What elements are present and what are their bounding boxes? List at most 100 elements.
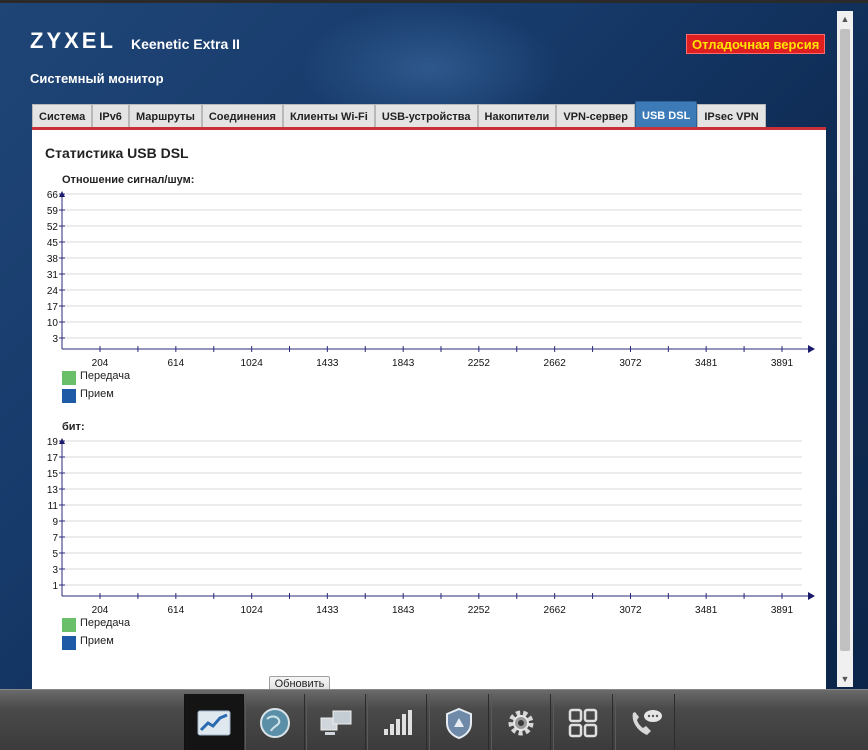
taskbar-telephony-button[interactable]	[615, 694, 675, 750]
shield-icon	[446, 707, 472, 739]
router-admin-window: ZYXEL Keenetic Extra II Отладочная верси…	[0, 0, 868, 750]
tab-vpn-server[interactable]: VPN-сервер	[556, 104, 636, 128]
x-tick-label: 1024	[241, 358, 264, 366]
y-tick-label: 31	[47, 270, 59, 281]
y-tick-label: 9	[52, 517, 58, 528]
y-tick-label: 59	[47, 206, 59, 217]
taskbar-security-button[interactable]	[429, 694, 489, 750]
phone-icon	[632, 710, 662, 735]
tab-storage[interactable]: Накопители	[477, 104, 557, 128]
legend-tx-label: Передача	[80, 617, 131, 629]
content-panel: Статистика USB DSL Отношение сигнал/шум:…	[32, 130, 826, 690]
tab-routes[interactable]: Маршруты	[128, 104, 202, 128]
tab-wifi-clients[interactable]: Клиенты Wi-Fi	[282, 104, 375, 128]
scroll-down-arrow-icon[interactable]: ▼	[837, 671, 853, 687]
bits-chart-label: бит:	[62, 421, 85, 433]
y-tick-label: 15	[47, 469, 59, 480]
x-tick-label: 1024	[241, 605, 264, 613]
tab-connections[interactable]: Соединения	[201, 104, 283, 128]
page-scrollbar[interactable]: ▲ ▼	[837, 11, 853, 687]
y-tick-label: 11	[48, 501, 59, 512]
x-tick-label: 1843	[392, 358, 415, 366]
apps-grid-icon	[568, 708, 598, 738]
x-tick-label: 3891	[771, 358, 794, 366]
y-tick-label: 10	[47, 318, 59, 329]
bits-legend: Передача Прием	[62, 617, 130, 653]
gear-icon	[508, 710, 534, 736]
x-tick-label: 2662	[544, 605, 567, 613]
legend-tx-label: Передача	[80, 370, 131, 382]
scroll-up-arrow-icon[interactable]: ▲	[837, 11, 853, 27]
bits-chart: 19 17 15 13 11 9 7 5 3 1 204 614 1024 1433 1843 2252 266…	[47, 437, 815, 613]
taskbar-system-button[interactable]	[491, 694, 551, 750]
tab-ipv6[interactable]: IPv6	[92, 104, 129, 128]
debug-version-badge: Отладочная версия	[686, 34, 826, 54]
x-tick-label: 3481	[695, 605, 718, 613]
snr-chart: 66 59 52 45 38 31 24 17 10 3 204 614 1024 1433 1843 225…	[47, 190, 815, 366]
legend-rx-label: Прием	[80, 635, 114, 647]
page-title: Системный монитор	[30, 71, 164, 86]
x-tick-label: 1843	[392, 605, 415, 613]
y-tick-label: 66	[47, 190, 59, 201]
rx-swatch	[62, 636, 76, 650]
tab-usb-devices[interactable]: USB-устройства	[374, 104, 478, 128]
y-tick-label: 3	[52, 565, 58, 576]
x-tick-label: 614	[167, 605, 184, 613]
y-tick-label: 45	[47, 238, 59, 249]
x-tick-label: 204	[92, 358, 109, 366]
legend-rx-label: Прием	[80, 388, 114, 400]
tx-swatch	[62, 371, 76, 385]
model-name: Keenetic Extra II	[131, 36, 240, 52]
x-axis-arrow	[808, 345, 815, 353]
wifi-signal-icon	[384, 710, 412, 735]
y-tick-label: 17	[47, 302, 59, 313]
panel-title: Статистика USB DSL	[45, 145, 189, 161]
x-tick-label: 2252	[468, 358, 491, 366]
monitor-chart-icon	[197, 710, 231, 736]
legend-rx: Прием	[62, 388, 130, 406]
x-tick-label: 3891	[771, 605, 794, 613]
scroll-thumb[interactable]	[840, 29, 850, 651]
y-tick-label: 3	[52, 334, 58, 345]
y-tick-label: 13	[47, 485, 59, 496]
tab-system[interactable]: Система	[32, 104, 93, 128]
taskbar-wifi-button[interactable]	[367, 694, 427, 750]
legend-tx: Передача	[62, 617, 130, 635]
x-tick-label: 1433	[316, 358, 339, 366]
y-tick-label: 5	[52, 549, 58, 560]
y-tick-label: 38	[47, 254, 59, 265]
taskbar-home-network-button[interactable]	[306, 694, 366, 750]
tab-bar: Система IPv6 Маршруты Соединения Клиенты…	[32, 101, 766, 128]
x-axis-arrow	[808, 592, 815, 600]
y-tick-label: 7	[52, 533, 58, 544]
taskbar-apps-button[interactable]	[553, 694, 613, 750]
tab-ipsec-vpn[interactable]: IPsec VPN	[697, 104, 766, 128]
tx-swatch	[62, 618, 76, 632]
tab-usb-dsl[interactable]: USB DSL	[635, 101, 698, 128]
snr-legend: Передача Прием	[62, 370, 130, 406]
x-tick-label: 2252	[468, 605, 491, 613]
globe-icon	[260, 708, 290, 738]
zyxel-logo: ZYXEL	[30, 28, 116, 53]
bottom-taskbar	[0, 689, 868, 750]
taskbar-monitor-button[interactable]	[184, 694, 244, 750]
x-tick-label: 1433	[316, 605, 339, 613]
y-tick-label: 19	[47, 437, 59, 448]
refresh-button[interactable]: Обновить	[269, 676, 330, 690]
y-tick-label: 52	[47, 222, 59, 233]
y-tick-label: 24	[47, 286, 59, 297]
y-tick-label: 17	[47, 453, 59, 464]
legend-rx: Прием	[62, 635, 130, 653]
x-tick-label: 3072	[619, 605, 642, 613]
x-tick-label: 3481	[695, 358, 718, 366]
legend-tx: Передача	[62, 370, 130, 388]
rx-swatch	[62, 389, 76, 403]
x-tick-label: 2662	[544, 358, 567, 366]
y-tick-label: 1	[52, 581, 58, 592]
taskbar-internet-button[interactable]	[245, 694, 305, 750]
snr-chart-label: Отношение сигнал/шум:	[62, 174, 195, 186]
x-tick-label: 3072	[619, 358, 642, 366]
x-tick-label: 204	[92, 605, 109, 613]
x-tick-label: 614	[167, 358, 184, 366]
computers-icon	[320, 710, 352, 735]
